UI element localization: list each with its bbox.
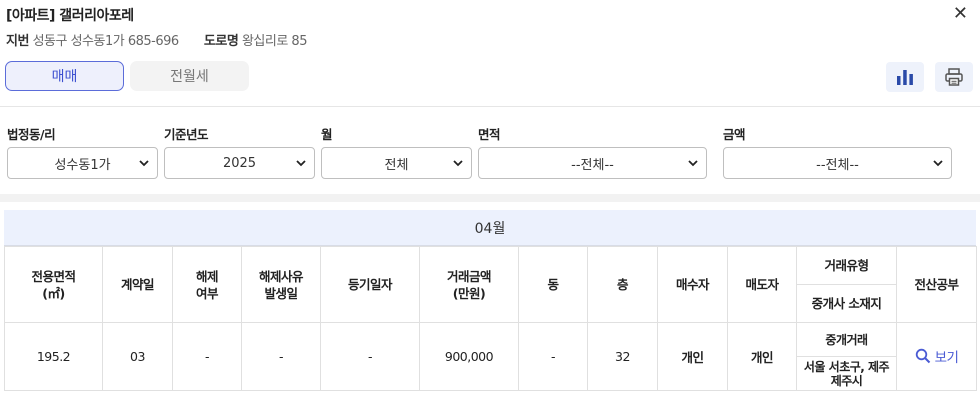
transaction-table: 04월 전용면적 (㎡) 계약일 해제 여부 해제사유 발생일 등기일자 거래금액 (만… (4, 210, 977, 391)
month-header: 04월 (4, 210, 976, 246)
year-select-value: 2025 (222, 155, 257, 171)
print-button[interactable] (935, 62, 973, 92)
address-line: 지번 성동구 성수동1가 685-696 도로명 왕십리로 85 (6, 30, 307, 49)
cell-price: 900,000 (419, 322, 519, 391)
col-price-label-1: 거래금액 (446, 268, 492, 284)
area-select-value: --전체-- (571, 157, 614, 173)
view-doc-label: 보기 (934, 350, 959, 366)
cell-doc: 보기 (896, 322, 977, 391)
jibun-label: 지번 (6, 34, 29, 49)
col-register-date: 등기일자 (320, 246, 420, 323)
col-floor: 층 (587, 246, 658, 323)
bar-chart-icon (897, 70, 913, 85)
tab-rent[interactable]: 전월세 (130, 61, 249, 91)
col-cancel-label-2: 여부 (195, 285, 219, 301)
chart-button[interactable] (886, 62, 924, 92)
col-broker-location: 중개사 소재지 (796, 284, 897, 323)
cell-register-date: - (320, 322, 420, 391)
chevron-down-icon (933, 160, 943, 167)
col-area-label-2: (㎡) (42, 285, 65, 301)
month-select-value: 전체 (384, 157, 409, 173)
col-area: 전용면적 (㎡) (4, 246, 103, 323)
col-seller: 매도자 (727, 246, 797, 323)
jibun-value: 성동구 성수동1가 685-696 (32, 34, 180, 49)
col-area-label-1: 전용면적 (31, 268, 76, 284)
magnifier-icon (915, 348, 930, 364)
month-select[interactable]: 전체 (321, 147, 472, 179)
print-icon (945, 68, 963, 86)
cell-contract-day: 03 (102, 322, 173, 391)
cell-seller: 개인 (727, 322, 797, 391)
chevron-down-icon (688, 160, 698, 167)
filter-label-year: 기준년도 (164, 127, 209, 142)
col-cancel-date-label-1: 해제사유 (258, 268, 304, 284)
col-dong: 동 (518, 246, 588, 323)
col-cancel-date-label-2: 발생일 (264, 285, 298, 301)
chevron-down-icon (139, 160, 149, 167)
page-title: [아파트] 갤러리아포레 (6, 8, 134, 24)
tab-sale[interactable]: 매매 (5, 61, 124, 91)
panel-divider (0, 194, 980, 202)
close-icon[interactable]: ✕ (953, 3, 968, 24)
filter-label-price: 금액 (723, 127, 746, 142)
cell-deal-type: 중개거래 (796, 322, 897, 357)
col-cancel-date: 해제사유 발생일 (241, 246, 321, 323)
cell-area: 195.2 (4, 322, 103, 391)
col-contract-day: 계약일 (102, 246, 173, 323)
area-select[interactable]: --전체-- (478, 147, 707, 179)
view-doc-link[interactable]: 보기 (915, 346, 959, 366)
price-select[interactable]: --전체-- (723, 147, 952, 179)
road-value: 왕십리로 85 (241, 34, 308, 49)
filter-label-area: 면적 (478, 127, 501, 142)
chevron-down-icon (453, 160, 463, 167)
col-doc: 전산공부 (896, 246, 977, 323)
col-price-label-2: (만원) (452, 285, 486, 301)
cell-cancel: - (172, 322, 242, 391)
col-cancel-label-1: 해제 (195, 268, 219, 284)
filter-label-month: 월 (321, 127, 333, 142)
chevron-down-icon (296, 160, 306, 167)
dong-select[interactable]: 성수동1가 (7, 147, 158, 179)
table-row: 195.2 03 - - - 900,000 - 32 개인 개인 중개거래 보… (4, 322, 977, 391)
cell-cancel-date: - (241, 322, 321, 391)
road-label: 도로명 (203, 34, 239, 49)
col-price: 거래금액 (만원) (419, 246, 519, 323)
cell-dong: - (518, 322, 588, 391)
cell-buyer: 개인 (657, 322, 728, 391)
col-cancel: 해제 여부 (172, 246, 242, 323)
filter-panel: 법정동/리 성수동1가 기준년도 2025 월 전체 면적 --전체-- 금액 … (0, 106, 980, 194)
dong-select-value: 성수동1가 (54, 157, 111, 173)
col-deal-type: 거래유형 (796, 246, 897, 285)
cell-floor: 32 (587, 322, 658, 391)
col-buyer: 매수자 (657, 246, 728, 323)
filter-label-dong: 법정동/리 (7, 127, 56, 142)
cell-broker-location: 서울 서초구, 제주 제주시 (796, 356, 897, 391)
year-select[interactable]: 2025 (164, 147, 315, 179)
price-select-value: --전체-- (816, 157, 859, 173)
